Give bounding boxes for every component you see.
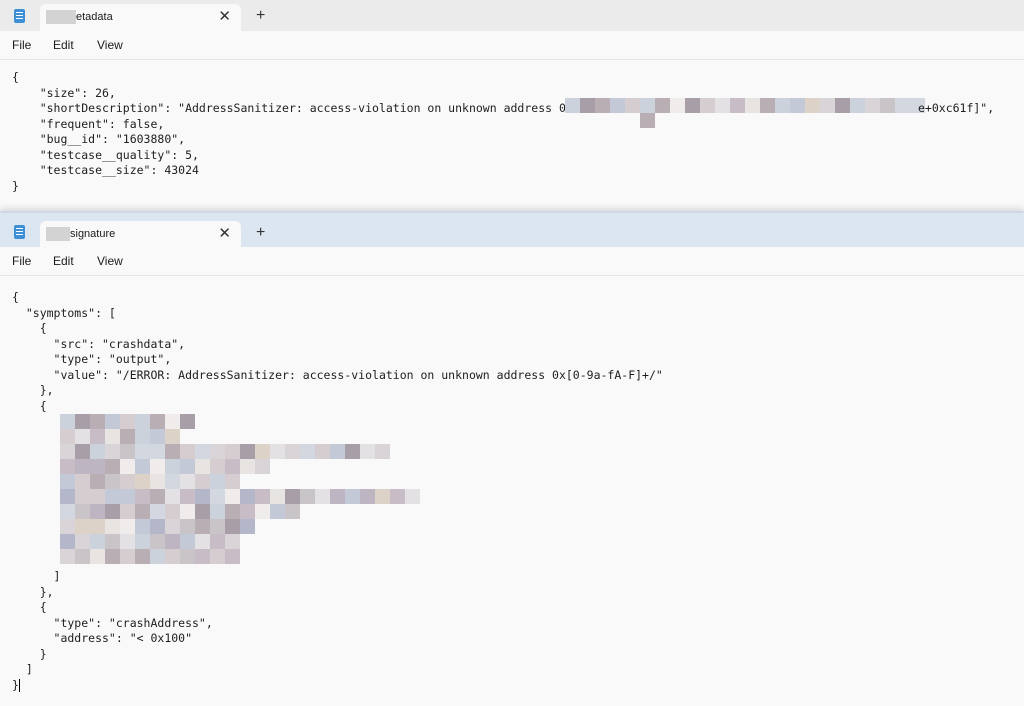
tab-bar: signature ✕ +: [0, 213, 1024, 247]
code-line: "type": "output",: [12, 352, 172, 366]
code-line: {: [12, 398, 47, 413]
code-line: {: [12, 70, 19, 84]
editor-text: { "size": 26, "shortDescription": "Addre…: [12, 70, 580, 194]
code-line: "bug__id": "1603880",: [12, 132, 186, 146]
code-line: ]: [12, 662, 33, 676]
menu-bar: File Edit View: [0, 247, 1024, 276]
code-line: "shortDescription": "AddressSanitizer: a…: [12, 101, 580, 115]
close-tab-icon[interactable]: ✕: [218, 7, 231, 25]
code-line: {: [12, 600, 47, 614]
menu-view[interactable]: View: [97, 38, 123, 52]
text-cursor: [18, 678, 20, 692]
redacted-tab-name: [46, 227, 70, 241]
new-tab-icon[interactable]: +: [256, 7, 265, 25]
code-line: }: [12, 178, 19, 193]
code-line: "symptoms": [: [12, 305, 116, 320]
code-line: {: [12, 321, 47, 335]
code-line: },: [12, 383, 54, 397]
notepad-window-signature: signature ✕ + File Edit View { "symptoms…: [0, 211, 1024, 706]
code-line: },: [12, 584, 54, 599]
code-line: "value": "/ERROR: AddressSanitizer: acce…: [12, 367, 663, 382]
code-line: ]: [12, 569, 61, 583]
code-line: "src": "crashdata",: [12, 336, 186, 351]
menu-edit[interactable]: Edit: [53, 38, 74, 52]
notepad-app-icon: [14, 225, 25, 239]
tab-title: signature: [70, 228, 116, 240]
menu-bar: File Edit View: [0, 31, 1024, 60]
code-line: }: [12, 677, 19, 692]
code-line: "address": "< 0x100": [12, 631, 193, 645]
code-line: "testcase__quality": 5,: [12, 147, 199, 162]
notepad-window-metadata: etadata ✕ + File Edit View { "size": 26,…: [0, 0, 1024, 210]
tab-signature[interactable]: signature ✕: [40, 221, 241, 247]
text-editor[interactable]: { "size": 26, "shortDescription": "Addre…: [0, 60, 1024, 210]
menu-file[interactable]: File: [12, 38, 31, 52]
text-editor[interactable]: { "symptoms": [ { "src": "crashdata", "t…: [0, 276, 1024, 706]
code-line: }: [12, 646, 47, 661]
menu-edit[interactable]: Edit: [53, 254, 74, 268]
code-line: {: [12, 290, 19, 304]
notepad-app-icon: [14, 9, 25, 23]
redacted-tab-name: [46, 10, 76, 24]
tab-bar: etadata ✕ +: [0, 0, 1024, 31]
code-line: "type": "crashAddress",: [12, 615, 213, 630]
code-line: "testcase__size": 43024: [12, 163, 199, 177]
menu-view[interactable]: View: [97, 254, 123, 268]
code-line: "frequent": false,: [12, 116, 165, 131]
tab-title: etadata: [76, 11, 113, 23]
tab-metadata[interactable]: etadata ✕: [40, 4, 241, 31]
close-tab-icon[interactable]: ✕: [218, 224, 231, 242]
code-line-tail: e+0xc61f]",: [918, 101, 995, 115]
code-line: "size": 26,: [12, 85, 116, 100]
new-tab-icon[interactable]: +: [256, 224, 265, 242]
menu-file[interactable]: File: [12, 254, 31, 268]
